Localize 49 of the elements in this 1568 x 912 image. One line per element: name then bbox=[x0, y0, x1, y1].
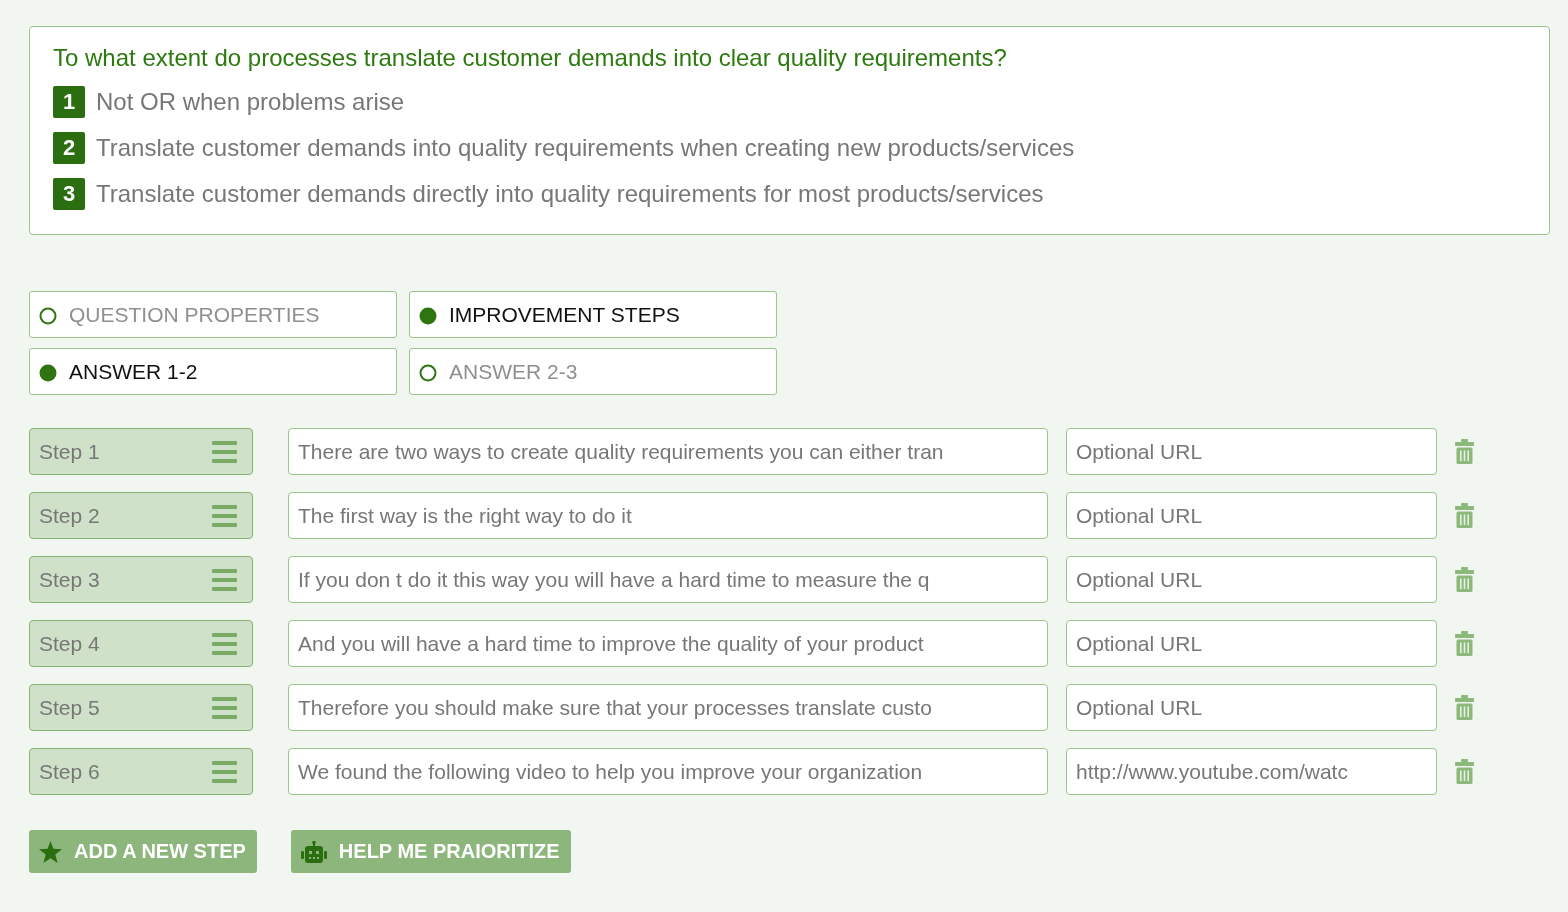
trash-icon[interactable] bbox=[1455, 503, 1474, 528]
robot-icon bbox=[300, 840, 327, 863]
radio-icon bbox=[39, 307, 57, 325]
step-handle[interactable]: Step 6 bbox=[29, 748, 253, 795]
option-number: 2 bbox=[53, 132, 85, 164]
trash-icon[interactable] bbox=[1455, 631, 1474, 656]
step-handle[interactable]: Step 4 bbox=[29, 620, 253, 667]
step-description-field[interactable]: The first way is the right way to do it bbox=[288, 492, 1048, 539]
menu-icon bbox=[212, 568, 237, 591]
url-field[interactable]: http://www.youtube.com/watc bbox=[1066, 748, 1437, 795]
trash-icon[interactable] bbox=[1455, 695, 1474, 720]
option-number: 3 bbox=[53, 178, 85, 210]
tab[interactable]: IMPROVEMENT STEPS bbox=[409, 291, 777, 338]
url-field[interactable]: Optional URL bbox=[1066, 684, 1437, 731]
menu-icon bbox=[212, 696, 237, 719]
menu-icon bbox=[212, 632, 237, 655]
radio-icon bbox=[39, 364, 57, 382]
menu-icon bbox=[212, 504, 237, 527]
menu-icon bbox=[212, 760, 237, 783]
menu-icon bbox=[212, 440, 237, 463]
tab[interactable]: QUESTION PROPERTIES bbox=[29, 291, 397, 338]
step-description-field[interactable]: There are two ways to create quality requirements you can either tran bbox=[288, 428, 1048, 475]
option-text: Translate customer demands into quality requirements when creating new products/services bbox=[96, 133, 1075, 163]
step-handle[interactable]: Step 2 bbox=[29, 492, 253, 539]
radio-icon bbox=[419, 307, 437, 325]
trash-icon[interactable] bbox=[1455, 759, 1474, 784]
step-description-field[interactable]: If you don t do it this way you will have a hard time to measure the q bbox=[288, 556, 1048, 603]
radio-icon bbox=[419, 364, 437, 382]
option-number: 1 bbox=[53, 86, 85, 118]
step-handle[interactable]: Step 1 bbox=[29, 428, 253, 475]
option-text: Translate customer demands directly into quality requirements for most products/services bbox=[96, 179, 1044, 209]
option-text: Not OR when problems arise bbox=[96, 87, 405, 117]
url-field[interactable]: Optional URL bbox=[1066, 492, 1437, 539]
prioritize-button[interactable]: HELP ME PRAIORITIZE bbox=[290, 830, 571, 873]
trash-icon[interactable] bbox=[1455, 439, 1474, 464]
add-step-button[interactable]: ADD A NEW STEP bbox=[29, 830, 257, 873]
step-description-field[interactable]: Therefore you should make sure that your processes translate custo bbox=[288, 684, 1048, 731]
star-icon bbox=[39, 840, 62, 863]
step-handle[interactable]: Step 3 bbox=[29, 556, 253, 603]
url-field[interactable]: Optional URL bbox=[1066, 428, 1437, 475]
url-field[interactable]: Optional URL bbox=[1066, 556, 1437, 603]
url-field[interactable]: Optional URL bbox=[1066, 620, 1437, 667]
tab[interactable]: ANSWER 1-2 bbox=[29, 348, 397, 395]
question-title: To what extent do processes translate customer demands into clear quality requirements? bbox=[53, 43, 1007, 73]
step-handle[interactable]: Step 5 bbox=[29, 684, 253, 731]
step-description-field[interactable]: We found the following video to help you improve your organization bbox=[288, 748, 1048, 795]
tab[interactable]: ANSWER 2-3 bbox=[409, 348, 777, 395]
trash-icon[interactable] bbox=[1455, 567, 1474, 592]
step-description-field[interactable]: And you will have a hard time to improve the quality of your product bbox=[288, 620, 1048, 667]
